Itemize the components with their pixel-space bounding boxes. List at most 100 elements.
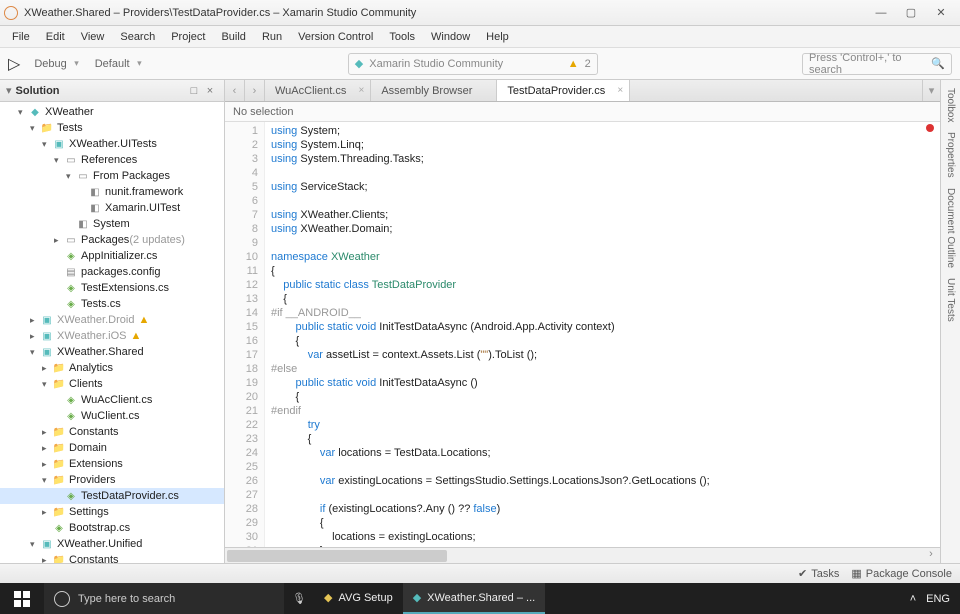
menubar: FileEditViewSearchProjectBuildRunVersion… [0,26,960,48]
tree-references[interactable]: ▾▭References [0,152,224,168]
system-tray[interactable]: ˄ ENG [900,593,960,605]
dock-panel-document-outline[interactable]: Document Outline [945,184,956,272]
warning-badge-icon: ▲ [131,330,142,342]
tree-file-testextensions[interactable]: ◈TestExtensions.cs [0,280,224,296]
solution-panel: ▾ Solution □ × ▾◆XWeather ▾📁Tests ▾▣XWea… [0,80,225,563]
code-body[interactable]: using System;using System.Linq;using Sys… [265,122,940,547]
tab-list-button[interactable]: ▾ [922,80,940,101]
tasks-button[interactable]: ✔Tasks [798,567,839,580]
tree-folder-constants2[interactable]: ▸📁Constants [0,552,224,563]
tree-folder-clients[interactable]: ▾📁Clients [0,376,224,392]
menu-window[interactable]: Window [423,29,478,45]
app-icon [4,6,18,20]
package-console-button[interactable]: ▦Package Console [851,567,952,580]
tree-project-uitests[interactable]: ▾▣XWeather.UITests [0,136,224,152]
menu-run[interactable]: Run [254,29,290,45]
error-marker-icon[interactable] [926,124,934,132]
horizontal-scrollbar[interactable]: › [225,547,940,563]
tab-close-icon[interactable]: × [617,85,623,96]
panel-options-icon[interactable]: ▾ [6,84,12,97]
tree-file-testdataprovider[interactable]: ◈TestDataProvider.cs [0,488,224,504]
right-dock: Toolbox Properties Document Outline Unit Te… [940,80,960,563]
start-button[interactable] [0,583,44,614]
tree-folder-analytics[interactable]: ▸📁Analytics [0,360,224,376]
menu-view[interactable]: View [73,29,113,45]
solution-tree[interactable]: ▾◆XWeather ▾📁Tests ▾▣XWeather.UITests ▾▭… [0,102,224,563]
scroll-right-icon[interactable]: › [924,548,938,560]
taskbar-app[interactable]: ◆AVG Setup [314,583,403,614]
run-button[interactable]: ▷ [8,54,20,74]
package-icon: ▦ [851,567,861,580]
xamarin-icon: ◆ [355,57,363,70]
editor-tab[interactable]: WuAcClient.cs× [265,80,371,101]
dock-panel-unit-tests[interactable]: Unit Tests [945,274,956,326]
target-combo[interactable]: Default [89,56,144,72]
editor-area: ‹ › WuAcClient.cs×Assembly BrowserTestDa… [225,80,940,563]
tree-folder-tests[interactable]: ▾📁Tests [0,120,224,136]
scrollbar-thumb[interactable] [227,550,447,562]
tree-folder-settings[interactable]: ▸📁Settings [0,504,224,520]
global-search[interactable]: Press 'Control+,' to search 🔍 [802,53,952,75]
tree-file-wuacclient[interactable]: ◈WuAcClient.cs [0,392,224,408]
dock-panel-toolbox[interactable]: Toolbox [945,84,956,126]
nav-back-button[interactable]: ‹ [225,80,245,101]
toolbar: ▷ Debug Default ◆ Xamarin Studio Communi… [0,48,960,80]
tree-project-unified[interactable]: ▾▣XWeather.Unified [0,536,224,552]
configuration-combo[interactable]: Debug [28,56,80,72]
windows-taskbar: Type here to search 🎙 ◆AVG Setup◆XWeathe… [0,583,960,614]
breadcrumb-bar[interactable]: No selection [225,102,940,122]
tree-ref-system[interactable]: ◧System [0,216,224,232]
tree-file-bootstrap[interactable]: ◈Bootstrap.cs [0,520,224,536]
app-icon: ◆ [413,591,421,604]
tree-from-packages[interactable]: ▾▭From Packages [0,168,224,184]
tree-folder-extensions[interactable]: ▸📁Extensions [0,456,224,472]
menu-search[interactable]: Search [112,29,163,45]
solution-panel-title: Solution [16,85,186,97]
search-icon: 🔍 [931,57,945,70]
menu-project[interactable]: Project [163,29,213,45]
tree-ref-xamarinuitest[interactable]: ◧Xamarin.UITest [0,200,224,216]
tree-project-shared[interactable]: ▾▣XWeather.Shared [0,344,224,360]
tree-project-ios[interactable]: ▸▣XWeather.iOS▲ [0,328,224,344]
check-icon: ✔ [798,567,807,580]
tree-folder-constants[interactable]: ▸📁Constants [0,424,224,440]
tree-solution[interactable]: ▾◆XWeather [0,104,224,120]
tray-lang[interactable]: ENG [926,593,950,605]
editor-tab[interactable]: Assembly Browser [371,80,497,101]
warning-icon[interactable]: ▲ [568,58,579,70]
tree-packages[interactable]: ▸▭Packages (2 updates) [0,232,224,248]
menu-file[interactable]: File [4,29,38,45]
menu-build[interactable]: Build [213,29,253,45]
tree-ref-nunit[interactable]: ◧nunit.framework [0,184,224,200]
nav-forward-button[interactable]: › [245,80,265,101]
warning-count[interactable]: 2 [585,58,591,70]
menu-help[interactable]: Help [478,29,517,45]
minimize-button[interactable]: — [866,4,896,22]
menu-tools[interactable]: Tools [381,29,423,45]
menu-edit[interactable]: Edit [38,29,73,45]
tree-folder-domain[interactable]: ▸📁Domain [0,440,224,456]
taskbar-app[interactable]: ◆XWeather.Shared – ... [403,583,546,614]
code-editor[interactable]: 1234567891011121314151617181920212223242… [225,122,940,547]
maximize-button[interactable]: ▢ [896,4,926,22]
status-text: Xamarin Studio Community [369,58,503,70]
search-placeholder: Press 'Control+,' to search [809,52,931,76]
panel-close-button[interactable]: × [202,85,218,97]
tree-file-testscs[interactable]: ◈Tests.cs [0,296,224,312]
close-window-button[interactable]: ✕ [926,4,956,22]
tree-file-appinitializer[interactable]: ◈AppInitializer.cs [0,248,224,264]
tree-project-droid[interactable]: ▸▣XWeather.Droid▲ [0,312,224,328]
dock-panel-properties[interactable]: Properties [945,128,956,182]
editor-tabstrip: ‹ › WuAcClient.cs×Assembly BrowserTestDa… [225,80,940,102]
editor-tab[interactable]: TestDataProvider.cs× [497,80,630,101]
tree-folder-providers[interactable]: ▾📁Providers [0,472,224,488]
tray-chevron-icon[interactable]: ˄ [910,593,916,605]
tree-file-wuclient[interactable]: ◈WuClient.cs [0,408,224,424]
tree-file-packagesconfig[interactable]: ▤packages.config [0,264,224,280]
status-box: ◆ Xamarin Studio Community ▲ 2 [348,53,598,75]
taskbar-search[interactable]: Type here to search [44,583,284,614]
panel-dock-button[interactable]: □ [186,85,202,97]
tab-close-icon[interactable]: × [358,85,364,96]
mic-icon[interactable]: 🎙 [284,592,314,605]
menu-version-control[interactable]: Version Control [290,29,381,45]
